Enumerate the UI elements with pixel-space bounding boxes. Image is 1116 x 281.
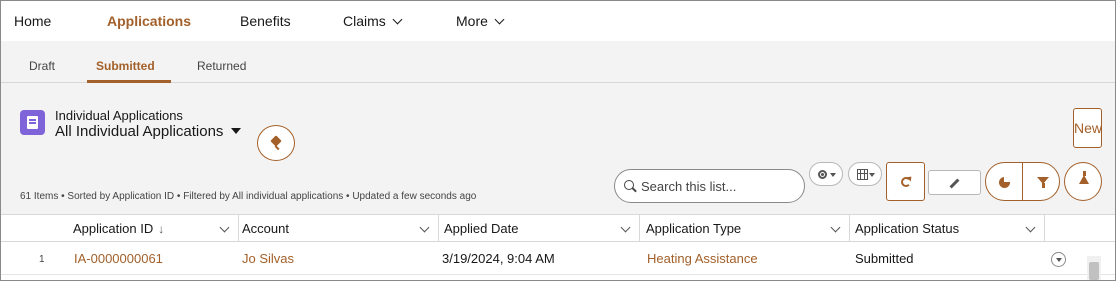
chevron-down-icon[interactable] — [830, 222, 841, 233]
table-scrollbar[interactable] — [1087, 256, 1101, 280]
nav-item-home[interactable]: Home — [14, 13, 51, 29]
column-header-application-id[interactable]: Application ID ↓ — [73, 215, 239, 242]
list-info: 61 Items • Sorted by Application ID • Fi… — [20, 191, 477, 202]
button-separator — [1022, 163, 1023, 200]
flask-icon — [1079, 171, 1089, 184]
column-label: Account — [242, 221, 289, 236]
active-tab-indicator — [87, 80, 171, 83]
application-status-cell: Submitted — [855, 251, 914, 266]
caret-down-icon — [830, 173, 836, 177]
column-header-applied-date[interactable]: Applied Date — [439, 215, 640, 242]
pie-chart-icon[interactable] — [999, 177, 1010, 188]
column-label: Application ID ↓ — [73, 215, 164, 243]
tab-returned[interactable]: Returned — [197, 59, 246, 73]
chevron-down-icon — [392, 14, 403, 25]
tab-submitted[interactable]: Submitted — [96, 59, 155, 73]
sort-descending-icon: ↓ — [158, 222, 165, 236]
application-id-link[interactable]: IA-0000000061 — [74, 251, 163, 266]
object-label: Individual Applications — [55, 108, 183, 123]
row-number: 1 — [39, 254, 45, 265]
nav-item-applications[interactable]: Applications — [107, 13, 191, 29]
chevron-down-icon[interactable] — [419, 222, 430, 233]
chevron-down-icon — [494, 14, 505, 25]
scrollbar-thumb[interactable] — [1089, 262, 1099, 280]
search-input[interactable]: Search this list... — [614, 169, 805, 203]
pin-list-view-button[interactable] — [257, 125, 295, 161]
pin-icon — [270, 135, 282, 147]
chevron-down-icon[interactable] — [620, 222, 631, 233]
nav-item-more-label: More — [456, 13, 488, 29]
list-settings-button[interactable] — [809, 162, 843, 186]
account-link[interactable]: Jo Silvas — [242, 251, 294, 266]
nav-item-more[interactable]: More — [456, 13, 505, 29]
display-as-button[interactable] — [848, 162, 882, 186]
table-row: 1 IA-0000000061 Jo Silvas 3/19/2024, 9:0… — [1, 243, 1115, 275]
application-form-icon — [20, 110, 45, 135]
chart-filter-group — [985, 162, 1060, 201]
nav-item-claims-label: Claims — [343, 13, 386, 29]
gear-icon — [818, 170, 827, 179]
search-placeholder: Search this list... — [641, 179, 737, 194]
column-label: Application Type — [646, 221, 742, 236]
top-nav: Home Applications Benefits Claims More — [1, 1, 1115, 41]
refresh-icon — [901, 177, 911, 187]
flask-button[interactable] — [1064, 162, 1102, 201]
caret-down-icon — [231, 128, 242, 134]
application-type-link[interactable]: Heating Assistance — [647, 251, 758, 266]
caret-down-icon — [869, 173, 875, 177]
status-tabs: Draft Submitted Returned — [1, 41, 1115, 83]
chevron-down-icon[interactable] — [1025, 222, 1036, 233]
filter-icon[interactable] — [1037, 177, 1049, 188]
list-view-selector[interactable]: All Individual Applications — [55, 123, 242, 140]
column-label: Applied Date — [444, 221, 519, 236]
pencil-icon — [949, 178, 960, 189]
refresh-button[interactable] — [886, 162, 925, 201]
tab-draft[interactable]: Draft — [29, 59, 55, 73]
table-view-icon — [857, 169, 868, 180]
list-view-name: All Individual Applications — [55, 123, 224, 140]
inline-edit-button[interactable] — [928, 170, 981, 195]
row-actions-button[interactable] — [1051, 252, 1066, 267]
new-button[interactable]: New — [1073, 108, 1102, 148]
table-header: Application ID ↓ Account Applied Date App… — [1, 215, 1115, 242]
applied-date-cell: 3/19/2024, 9:04 AM — [442, 251, 555, 266]
chevron-down-icon[interactable] — [219, 222, 230, 233]
applications-table: Application ID ↓ Account Applied Date App… — [1, 214, 1115, 280]
column-header-application-type[interactable]: Application Type — [640, 215, 850, 242]
nav-item-benefits[interactable]: Benefits — [240, 13, 291, 29]
nav-item-claims[interactable]: Claims — [343, 13, 403, 29]
column-header-application-status[interactable]: Application Status — [850, 215, 1045, 242]
column-header-account[interactable]: Account — [239, 215, 439, 242]
column-label: Application Status — [855, 221, 960, 236]
search-icon — [624, 180, 634, 190]
